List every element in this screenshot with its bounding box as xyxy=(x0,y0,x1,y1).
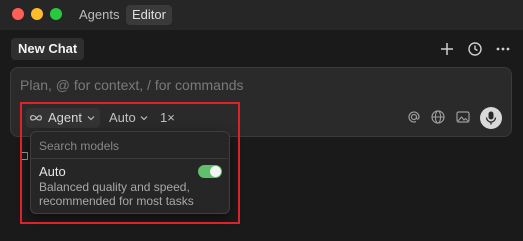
microphone-icon xyxy=(485,111,497,125)
zoom-window-button[interactable] xyxy=(50,8,62,20)
highlight-annotation xyxy=(20,102,240,224)
image-icon[interactable] xyxy=(455,109,471,125)
globe-icon[interactable] xyxy=(430,109,446,125)
tab-editor[interactable]: Editor xyxy=(126,5,172,25)
at-icon[interactable] xyxy=(406,109,422,125)
history-icon[interactable] xyxy=(466,40,484,58)
new-chat-tab[interactable]: New Chat xyxy=(11,38,85,60)
close-window-button[interactable] xyxy=(12,8,24,20)
more-icon[interactable] xyxy=(494,40,512,58)
plus-icon[interactable] xyxy=(438,40,456,58)
chat-input-placeholder: Plan, @ for context, / for commands xyxy=(20,77,244,93)
tab-agents[interactable]: Agents xyxy=(73,5,125,25)
minimize-window-button[interactable] xyxy=(31,8,43,20)
